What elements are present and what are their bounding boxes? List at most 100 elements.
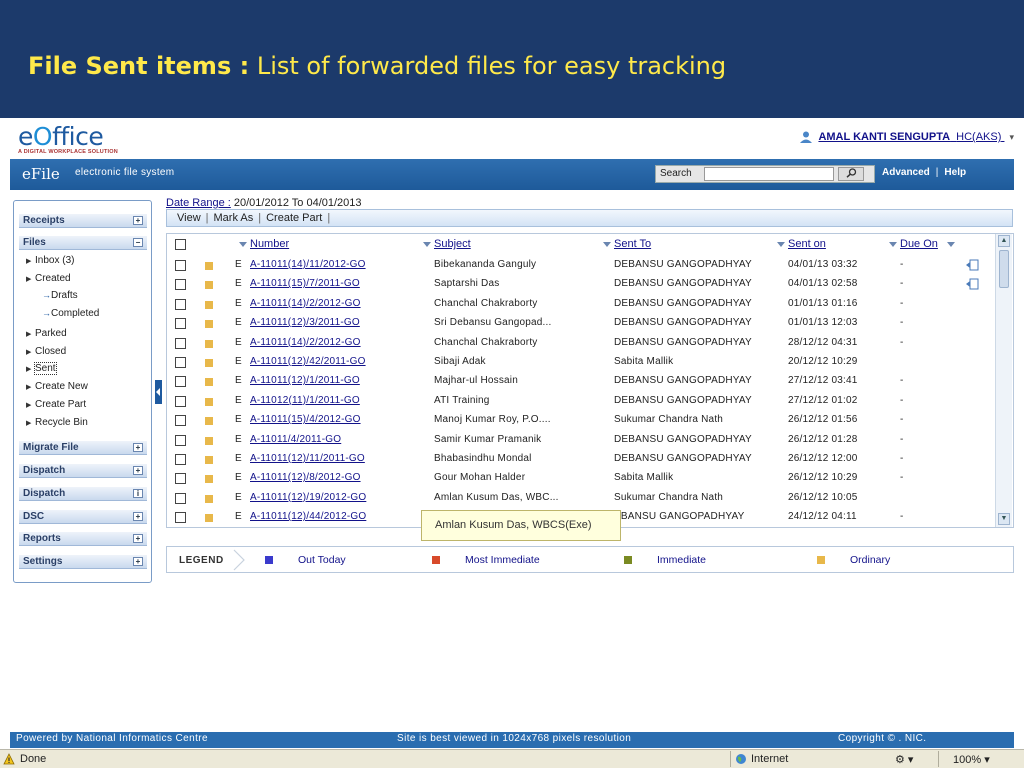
file-number-link[interactable]: A-11011(12)/42/2011-GO — [250, 356, 366, 367]
search-button[interactable] — [838, 167, 864, 181]
file-number-link[interactable]: A-11012(11)/1/2011-GO — [250, 395, 360, 406]
sidebar-collapse-handle[interactable] — [155, 380, 162, 404]
expand-icon[interactable]: + — [133, 466, 143, 475]
scroll-thumb[interactable] — [999, 250, 1009, 288]
file-number-link[interactable]: A-11011(14)/11/2012-GO — [250, 259, 366, 270]
row-checkbox[interactable] — [175, 415, 186, 427]
table-row[interactable]: E A-11011(12)/11/2011-GO Bhabasindhu Monda… — [167, 450, 995, 469]
table-row[interactable]: E A-11011(15)/7/2011-GO Saptarshi Das DEBAN… — [167, 275, 995, 294]
sort-arrow-icon[interactable] — [239, 242, 247, 247]
row-checkbox[interactable] — [175, 492, 186, 504]
row-checkbox[interactable] — [175, 298, 186, 310]
view-button[interactable]: View — [177, 212, 201, 224]
sidebar-item-create-new[interactable]: ▶ Create New — [26, 381, 88, 392]
sidebar-item-drafts[interactable]: →Drafts — [42, 290, 78, 301]
user-menu[interactable]: AMAL KANTI SENGUPTA HC(AKS) ▾ — [799, 130, 1014, 144]
eoffice-logo[interactable]: eOffice A DIGITAL WORKPLACE SOLUTION — [18, 122, 118, 155]
info-icon[interactable]: i — [133, 489, 143, 498]
sidebar-section-reports[interactable]: Reports + — [19, 532, 147, 546]
file-number-link[interactable]: A-11011(14)/2/2012-GO — [250, 337, 361, 348]
file-number-link[interactable]: A-11011/4/2011-GO — [250, 434, 341, 445]
scroll-up-icon[interactable]: ▲ — [998, 235, 1010, 247]
table-row[interactable]: E A-11011(14)/11/2012-GO Bibekananda Gangu… — [167, 256, 995, 275]
column-sent-to[interactable]: Sent To — [614, 238, 651, 250]
sidebar-item-inbox[interactable]: ▶ Inbox (3) — [26, 255, 74, 266]
row-checkbox[interactable] — [175, 434, 186, 446]
row-checkbox[interactable] — [175, 473, 186, 485]
sidebar-item-created[interactable]: ▶ Created — [26, 273, 71, 284]
expand-icon[interactable]: + — [133, 534, 143, 543]
file-number-link[interactable]: A-11011(12)/3/2011-GO — [250, 317, 360, 328]
row-checkbox[interactable] — [175, 357, 186, 368]
sidebar-item-closed[interactable]: ▶ Closed — [26, 346, 66, 357]
sidebar-item-sent[interactable]: ▶ Sent — [26, 362, 57, 375]
collapse-icon[interactable]: − — [133, 238, 143, 247]
row-checkbox[interactable] — [175, 279, 186, 291]
file-number-link[interactable]: A-11011(12)/44/2012-GO — [250, 511, 366, 522]
table-row[interactable]: E A-11011(12)/3/2011-GO Sri Debansu Gangop… — [167, 314, 995, 333]
column-due-on[interactable]: Due On — [900, 238, 938, 250]
sidebar-section-dsc[interactable]: DSC + — [19, 510, 147, 524]
track-file-icon[interactable] — [965, 259, 979, 271]
table-row[interactable]: E A-11011(14)/2/2012-GO Chanchal Chakrabor… — [167, 295, 995, 314]
file-number-link[interactable]: A-11011(12)/8/2012-GO — [250, 472, 361, 483]
select-all-checkbox[interactable] — [175, 239, 186, 250]
table-row[interactable]: E A-11011(12)/42/2011-GO Sibaji Adak Sabita… — [167, 353, 995, 372]
row-checkbox[interactable] — [175, 318, 186, 330]
create-part-button[interactable]: Create Part — [266, 212, 322, 224]
mark-as-button[interactable]: Mark As — [214, 212, 254, 224]
sort-arrow-icon[interactable] — [777, 242, 785, 247]
help-link[interactable]: Help — [944, 167, 966, 178]
zoom-control[interactable]: 100% ▾ — [938, 751, 1024, 767]
sidebar-section-settings[interactable]: Settings + — [19, 555, 147, 569]
track-file-icon[interactable] — [965, 278, 979, 290]
row-checkbox[interactable] — [175, 395, 186, 407]
sidebar-section-dispatch-2[interactable]: Dispatch i — [19, 487, 147, 501]
file-number-link[interactable]: A-11011(14)/2/2012-GO — [250, 298, 361, 309]
user-name-link[interactable]: AMAL KANTI SENGUPTA HC(AKS) — [818, 131, 1004, 143]
row-checkbox[interactable] — [175, 376, 186, 388]
sort-arrow-icon[interactable] — [889, 242, 897, 247]
security-zone[interactable]: Internet — [730, 751, 890, 767]
expand-icon[interactable]: + — [133, 443, 143, 452]
file-number-link[interactable]: A-11011(12)/11/2011-GO — [250, 453, 365, 464]
table-row[interactable]: E A-11011(15)/4/2012-GO Manoj Kumar Roy, P… — [167, 411, 995, 430]
file-number-link[interactable]: A-11011(12)/1/2011-GO — [250, 375, 360, 386]
sort-arrow-icon[interactable] — [423, 242, 431, 247]
row-checkbox[interactable] — [175, 454, 186, 465]
column-number[interactable]: Number — [250, 238, 289, 250]
sidebar-item-recycle-bin[interactable]: ▶ Recycle Bin — [26, 417, 88, 428]
table-scrollbar[interactable]: ▲ ▼ — [995, 234, 1012, 527]
row-checkbox[interactable] — [175, 337, 186, 349]
sidebar-item-completed[interactable]: →Completed — [42, 308, 99, 319]
advanced-search-link[interactable]: Advanced — [882, 167, 930, 178]
expand-icon[interactable]: + — [133, 216, 143, 225]
sidebar-section-files[interactable]: Files − — [19, 236, 147, 250]
sidebar-item-create-part[interactable]: ▶ Create Part — [26, 399, 86, 410]
sidebar-section-dispatch[interactable]: Dispatch + — [19, 464, 147, 478]
sidebar-section-receipts[interactable]: Receipts + — [19, 214, 147, 228]
table-row[interactable]: E A-11012(11)/1/2011-GO ATI Training DEBANS… — [167, 392, 995, 411]
column-sent-on[interactable]: Sent on — [788, 238, 826, 250]
settings-icon[interactable]: ⚙ ▾ — [895, 753, 913, 766]
scroll-down-icon[interactable]: ▼ — [998, 513, 1010, 525]
sort-arrow-icon[interactable] — [603, 242, 611, 247]
sidebar-section-migrate-file[interactable]: Migrate File + — [19, 441, 147, 455]
expand-icon[interactable]: + — [133, 512, 143, 521]
table-row[interactable]: E A-11011/4/2011-GO Samir Kumar Pramanik DE… — [167, 431, 995, 450]
table-row[interactable]: E A-11011(14)/2/2012-GO Chanchal Chakrabor… — [167, 334, 995, 353]
search-input[interactable] — [704, 167, 834, 181]
sort-arrow-icon[interactable] — [947, 242, 955, 247]
file-number-link[interactable]: A-11011(15)/4/2012-GO — [250, 414, 361, 425]
column-subject[interactable]: Subject — [434, 238, 471, 250]
expand-icon[interactable]: + — [133, 557, 143, 566]
row-checkbox[interactable] — [175, 512, 186, 524]
row-checkbox[interactable] — [175, 260, 186, 271]
table-row[interactable]: E A-11011(12)/1/2011-GO Majhar-ul Hossain D… — [167, 372, 995, 391]
table-row[interactable]: E A-11011(12)/8/2012-GO Gour Mohan Halder S… — [167, 469, 995, 488]
sidebar-item-parked[interactable]: ▶ Parked — [26, 328, 67, 339]
file-number-link[interactable]: A-11011(15)/7/2011-GO — [250, 278, 360, 289]
table-row[interactable]: E A-11011(12)/19/2012-GO Amlan Kusum Das, … — [167, 489, 995, 508]
chevron-down-icon[interactable]: ▾ — [1009, 132, 1014, 143]
file-number-link[interactable]: A-11011(12)/19/2012-GO — [250, 492, 366, 503]
